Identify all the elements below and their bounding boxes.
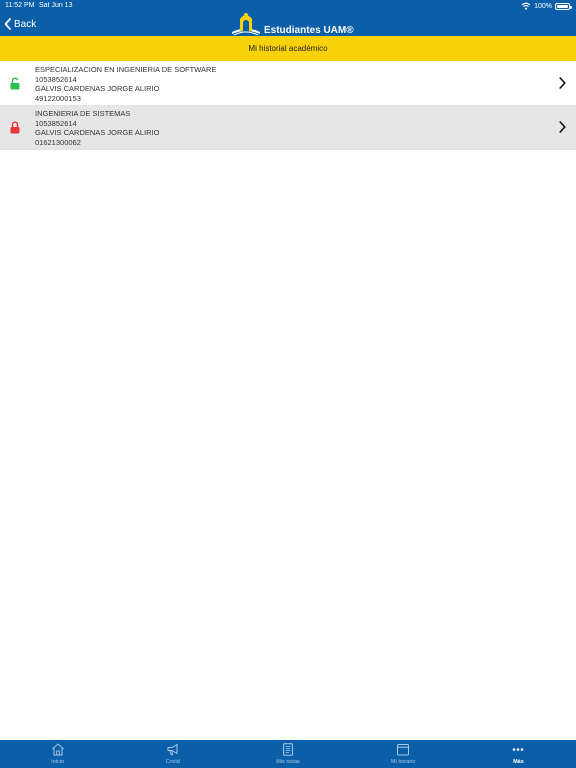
- battery-icon: [555, 2, 572, 10]
- banner-title: Mi historial académico: [248, 44, 328, 53]
- app-name: Estudiantes UAM®: [264, 25, 354, 36]
- calendar-icon: [397, 744, 410, 756]
- battery-percent: 100%: [534, 2, 552, 10]
- chevron-right-icon: [559, 77, 566, 89]
- record-student-name: GALVIS CARDENAS JORGE ALIRIO: [35, 84, 160, 94]
- list-item[interactable]: ESPECIALIZACION EN INGENIERIA DE SOFTWAR…: [0, 62, 576, 106]
- status-right: 100%: [521, 2, 572, 10]
- record-lines: INGENIERIA DE SISTEMAS 1053852614 GALVIS…: [35, 109, 159, 148]
- tab-label: Mis notas: [276, 759, 300, 765]
- unlocked-icon: [10, 77, 20, 90]
- record-program: ESPECIALIZACION EN INGENIERIA DE SOFTWAR…: [35, 65, 217, 74]
- chevron-right-icon: [559, 121, 566, 133]
- chevron-left-icon: [4, 18, 11, 30]
- tab-inicio[interactable]: Inicio: [0, 740, 115, 768]
- section-banner: Mi historial académico: [0, 36, 576, 61]
- uam-logo-icon: [232, 13, 260, 36]
- record-student-name: GALVIS CARDENAS JORGE ALIRIO: [35, 128, 160, 138]
- status-date: Sat Jun 13: [39, 2, 73, 9]
- status-time: 11:52 PM: [5, 2, 35, 9]
- locked-icon: [10, 121, 20, 134]
- notes-icon: [283, 743, 293, 756]
- top-bar: 11:52 PM Sat Jun 13 100% Back Estudiante…: [0, 0, 576, 36]
- record-student-id: 1053852614: [35, 118, 77, 128]
- tab-label: Más: [513, 759, 524, 765]
- megaphone-icon: [167, 743, 178, 755]
- list-item[interactable]: INGENIERIA DE SISTEMAS 1053852614 GALVIS…: [0, 106, 576, 150]
- tab-label: Mi horario: [390, 759, 416, 765]
- record-code: 01621300062: [35, 138, 81, 148]
- back-label: Back: [14, 18, 37, 30]
- tab-mi-horario[interactable]: Mi horario: [346, 740, 461, 768]
- tab-mas[interactable]: Más: [461, 740, 576, 768]
- tab-bar: Inicio Covid Mis notas Mi horario Más: [0, 740, 576, 768]
- record-code: 49122000153: [35, 94, 81, 104]
- more-icon: [513, 748, 524, 751]
- record-program: INGENIERIA DE SISTEMAS: [35, 109, 131, 118]
- wifi-icon: [521, 2, 531, 10]
- tab-covid[interactable]: Covid: [115, 740, 230, 768]
- app-logo: Estudiantes UAM®: [230, 10, 354, 36]
- home-icon: [51, 743, 64, 756]
- back-button[interactable]: Back: [4, 16, 36, 32]
- academic-record-list: ESPECIALIZACION EN INGENIERIA DE SOFTWAR…: [0, 62, 576, 150]
- tab-label: Inicio: [51, 759, 65, 765]
- tab-label: Covid: [165, 759, 180, 765]
- tab-mis-notas[interactable]: Mis notas: [230, 740, 345, 768]
- record-student-id: 1053852614: [35, 74, 77, 84]
- record-lines: ESPECIALIZACION EN INGENIERIA DE SOFTWAR…: [35, 65, 216, 104]
